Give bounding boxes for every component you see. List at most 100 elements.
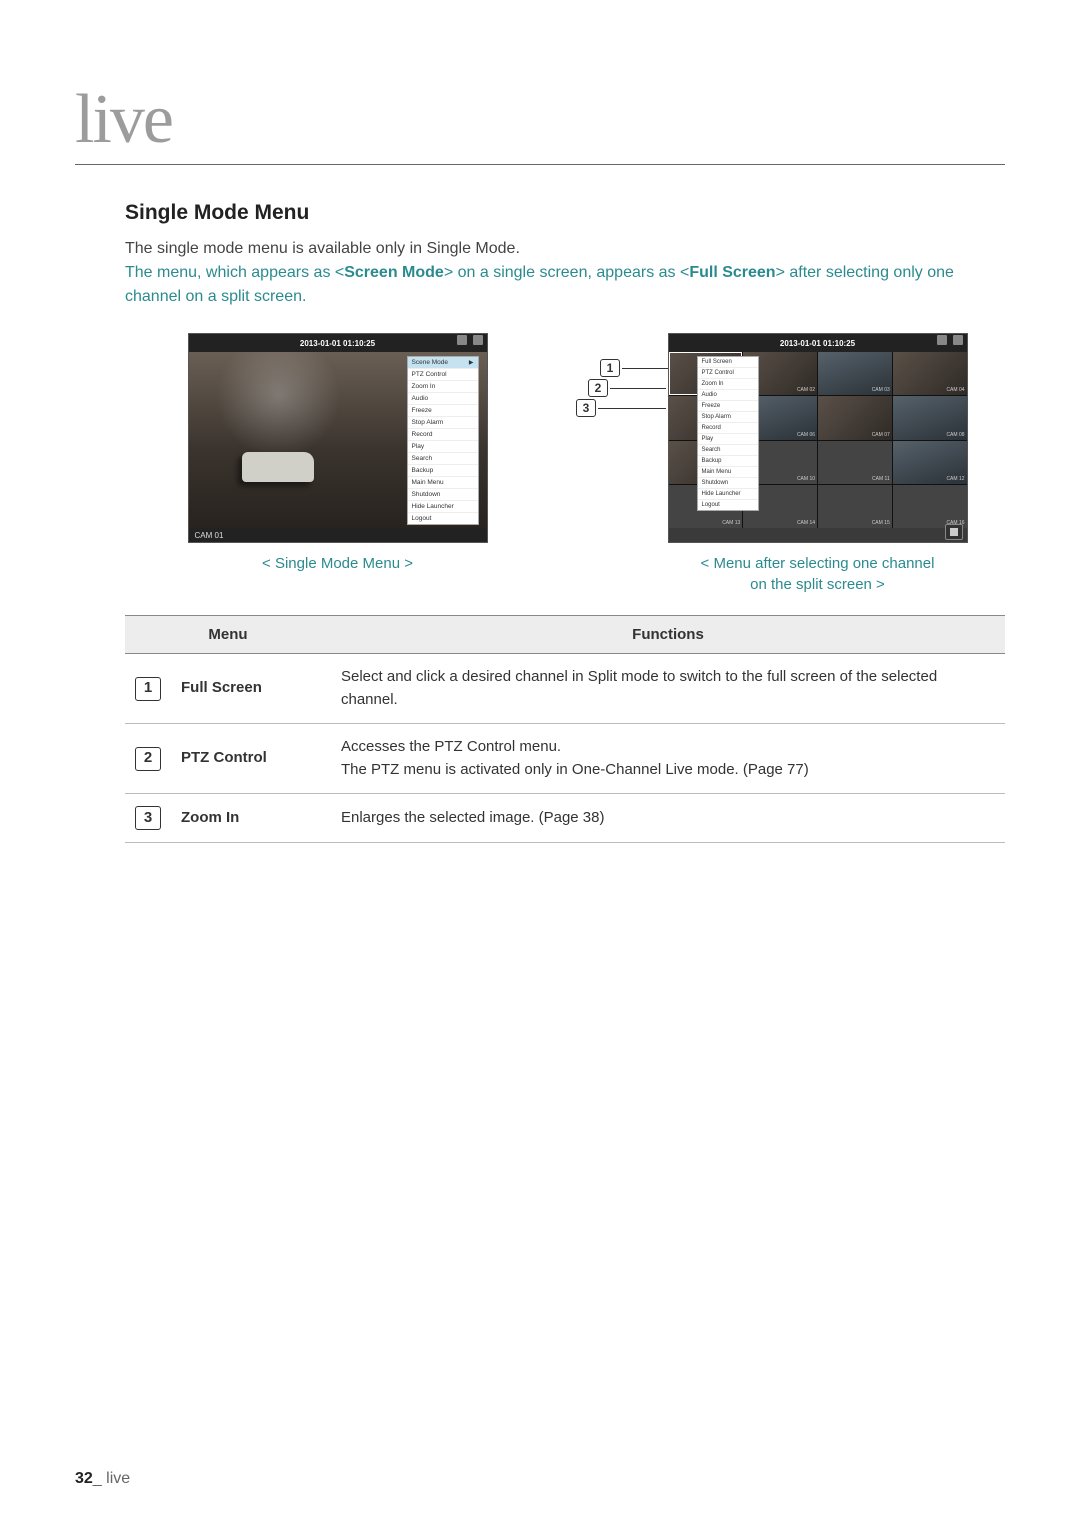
intro2-bold-1: Screen Mode: [344, 264, 444, 281]
ctx-item-main-menu[interactable]: Main Menu: [408, 477, 478, 489]
grid-cell[interactable]: CAM 04: [893, 352, 967, 395]
grid-cell[interactable]: CAM 12: [893, 441, 967, 484]
ctx-item-backup[interactable]: Backup: [698, 456, 758, 467]
ctx-item-search[interactable]: Search: [408, 453, 478, 465]
row-func: Accesses the PTZ Control menu. The PTZ m…: [331, 724, 1005, 794]
table-row: 3 Zoom In Enlarges the selected image. (…: [125, 794, 1005, 843]
car-shape: [242, 452, 314, 482]
ctx-item-logout[interactable]: Logout: [698, 500, 758, 510]
screenshot-titlebar: 2013-01-01 01:10:25: [189, 334, 487, 352]
callout-2: 2: [588, 379, 608, 397]
ctx-item-hide-launcher[interactable]: Hide Launcher: [408, 501, 478, 513]
grid-cell[interactable]: CAM 07: [818, 396, 892, 439]
grid-cell[interactable]: CAM 15: [818, 485, 892, 528]
chevron-right-icon: ▶: [469, 359, 474, 366]
table-row: 1 Full Screen Select and click a desired…: [125, 654, 1005, 724]
titlebar-user-icon: [953, 335, 963, 345]
caption-right-line2: on the split screen >: [750, 576, 885, 593]
cell-label: CAM 02: [797, 387, 815, 393]
row-number: 2: [135, 747, 161, 771]
cell-label: CAM 14: [797, 520, 815, 526]
callout-3: 3: [576, 399, 596, 417]
grid-cell[interactable]: CAM 11: [818, 441, 892, 484]
section-title: Single Mode Menu: [125, 201, 1005, 225]
context-menu-split: Full Screen PTZ Control Zoom In Audio Fr…: [697, 356, 759, 511]
ctx-item-stop-alarm[interactable]: Stop Alarm: [698, 412, 758, 423]
ctx-item-freeze[interactable]: Freeze: [698, 401, 758, 412]
page-footer: 32_ live: [75, 1470, 130, 1488]
intro-line-1: The single mode menu is available only i…: [125, 237, 1005, 261]
ctx-item-record[interactable]: Record: [698, 423, 758, 434]
row-name: PTZ Control: [171, 724, 331, 794]
ctx-item-play[interactable]: Play: [408, 441, 478, 453]
ctx-item-audio[interactable]: Audio: [698, 390, 758, 401]
ctx-item-audio[interactable]: Audio: [408, 393, 478, 405]
callout-2-leader: [610, 388, 666, 389]
chapter-title: live: [75, 80, 1005, 160]
titlebar-icon: [457, 335, 467, 345]
ctx-item-ptz-control[interactable]: PTZ Control: [698, 368, 758, 379]
camera-label-text: CAM 01: [195, 531, 224, 540]
titlebar-icon: [937, 335, 947, 345]
caption-right: < Menu after selecting one channel on th…: [701, 553, 935, 595]
screenshot-split-mode: 2013-01-01 01:10:25 CAM 01 CAM 02 CAM 03…: [668, 333, 968, 543]
context-menu-single: Scene Mode ▶ PTZ Control Zoom In Audio Fr…: [407, 356, 479, 525]
intro2-bold-2: Full Screen: [689, 264, 775, 281]
caption-right-line1: < Menu after selecting one channel: [701, 555, 935, 572]
th-functions: Functions: [331, 616, 1005, 654]
caption-left: < Single Mode Menu >: [262, 553, 413, 574]
row-name: Zoom In: [171, 794, 331, 843]
ctx-item-record[interactable]: Record: [408, 429, 478, 441]
cell-label: CAM 03: [872, 387, 890, 393]
cell-label: CAM 12: [946, 476, 964, 482]
ctx-item-zoom-in[interactable]: Zoom In: [698, 379, 758, 390]
ctx-item-logout[interactable]: Logout: [408, 513, 478, 524]
cell-label: CAM 15: [872, 520, 890, 526]
ctx-item-main-menu[interactable]: Main Menu: [698, 467, 758, 478]
ctx-item-backup[interactable]: Backup: [408, 465, 478, 477]
row-func: Enlarges the selected image. (Page 38): [331, 794, 1005, 843]
ctx-item-search[interactable]: Search: [698, 445, 758, 456]
menu-functions-table: Menu Functions 1 Full Screen Select and …: [125, 615, 1005, 843]
ctx-item-play[interactable]: Play: [698, 434, 758, 445]
grid-cell[interactable]: CAM 16: [893, 485, 967, 528]
timestamp-text: 2013-01-01 01:10:25: [780, 339, 855, 348]
callout-3-leader: [598, 408, 666, 409]
timestamp-text: 2013-01-01 01:10:25: [300, 339, 375, 348]
header-rule: [75, 164, 1005, 165]
row-number: 1: [135, 677, 161, 701]
row-name: Full Screen: [171, 654, 331, 724]
cell-label: CAM 13: [722, 520, 740, 526]
ctx-item-scene-mode[interactable]: Scene Mode ▶: [408, 357, 478, 369]
cell-label: CAM 07: [872, 432, 890, 438]
grid-cell[interactable]: CAM 08: [893, 396, 967, 439]
ctx-item-zoom-in[interactable]: Zoom In: [408, 381, 478, 393]
titlebar-user-icon: [473, 335, 483, 345]
grid-cell[interactable]: CAM 03: [818, 352, 892, 395]
ctx-item-ptz-control[interactable]: PTZ Control: [408, 369, 478, 381]
ctx-label: Scene Mode: [412, 359, 449, 366]
cell-label: CAM 08: [946, 432, 964, 438]
cell-label: CAM 06: [797, 432, 815, 438]
ctx-item-full-screen[interactable]: Full Screen: [698, 357, 758, 368]
row-number: 3: [135, 806, 161, 830]
screenshot-single-mode: 2013-01-01 01:10:25 CAM 01 Scene Mode▶ P: [188, 333, 488, 543]
footer-suffix: _ live: [93, 1470, 130, 1487]
ctx-item-shutdown[interactable]: Shutdown: [698, 478, 758, 489]
layout-icon: [950, 528, 958, 536]
intro2-pre: The menu, which appears as <: [125, 264, 344, 281]
launcher-button[interactable]: [945, 524, 963, 540]
ctx-item-freeze[interactable]: Freeze: [408, 405, 478, 417]
intro2-mid: > on a single screen, appears as <: [444, 264, 690, 281]
ctx-item-hide-launcher[interactable]: Hide Launcher: [698, 489, 758, 500]
ctx-item-stop-alarm[interactable]: Stop Alarm: [408, 417, 478, 429]
page-number: 32: [75, 1470, 93, 1487]
cell-label: CAM 10: [797, 476, 815, 482]
callout-1: 1: [600, 359, 620, 377]
row-func: Select and click a desired channel in Sp…: [331, 654, 1005, 724]
table-row: 2 PTZ Control Accesses the PTZ Control m…: [125, 724, 1005, 794]
screenshot-titlebar: 2013-01-01 01:10:25: [669, 334, 967, 352]
intro-line-2: The menu, which appears as <Screen Mode>…: [125, 261, 1005, 309]
cell-label: CAM 04: [946, 387, 964, 393]
ctx-item-shutdown[interactable]: Shutdown: [408, 489, 478, 501]
